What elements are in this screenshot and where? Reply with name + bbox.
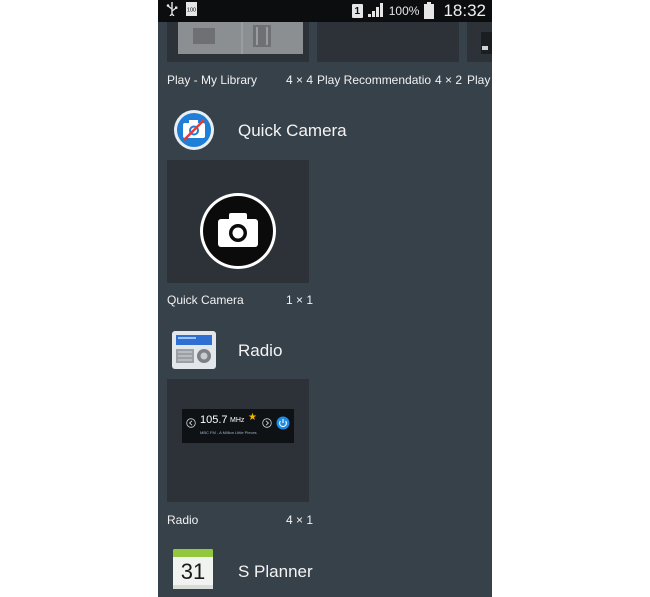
widget-size: 1 × 1 [286,293,314,307]
radio-frequency: 105.7 [200,414,228,426]
download-notification-icon: 100 [186,1,197,21]
widget-label: Radio [167,513,199,527]
usb-icon [166,1,178,21]
favorite-star-icon: ★ [248,412,257,423]
clock: 18:32 [443,1,486,20]
widget-label: Play Recommendatio.. [317,73,431,87]
widget-size: 4 × 2 [435,73,463,87]
widget-label: Play - My Library [167,73,258,87]
widget-thumb-play-more[interactable] [467,22,492,62]
book-preview-icon [481,32,492,54]
widget-size: 4 × 1 [286,513,314,527]
section-title-quick-camera: Quick Camera [238,121,347,140]
status-bar: 100 1 100% 18:32 [158,0,492,22]
calendar-day: 31 [180,559,206,584]
widget-size: 4 × 4 [286,73,314,87]
widget-thumb-radio[interactable]: 105.7 MHz ★ MBC FM - A Million Little Pi… [167,379,309,502]
section-title-radio: Radio [238,341,283,360]
radio-widget-preview: 105.7 MHz ★ MBC FM - A Million Little Pi… [182,409,294,443]
s-planner-icon: 31 [173,549,213,589]
section-title-s-planner: S Planner [238,562,313,581]
widget-label: Play [467,73,491,87]
widget-thumb-quick-camera[interactable] [167,160,309,283]
signal-strength-icon [367,2,384,20]
previous-station-icon [186,418,196,428]
library-preview-icon [178,22,303,54]
radio-unit: MHz [230,417,245,424]
battery-percent: 100% [388,4,420,18]
power-icon [276,416,290,430]
sim-slot-badge: 1 [351,4,363,18]
radio-icon [172,331,216,374]
widget-thumb-play-recommendations[interactable] [317,22,459,62]
battery-icon [424,1,435,19]
widget-thumb-play-my-library[interactable] [167,22,309,62]
widget-label: Quick Camera [167,293,244,307]
widgets-screen: 100 1 100% 18:32 Play - My Library 4 × 4… [158,0,492,597]
radio-station-name: MBC FM - A Million Little Pieces [200,430,257,435]
next-station-icon [262,418,272,428]
camera-icon [200,193,276,269]
quick-camera-icon [173,109,215,156]
svg-text:100: 100 [187,7,196,13]
